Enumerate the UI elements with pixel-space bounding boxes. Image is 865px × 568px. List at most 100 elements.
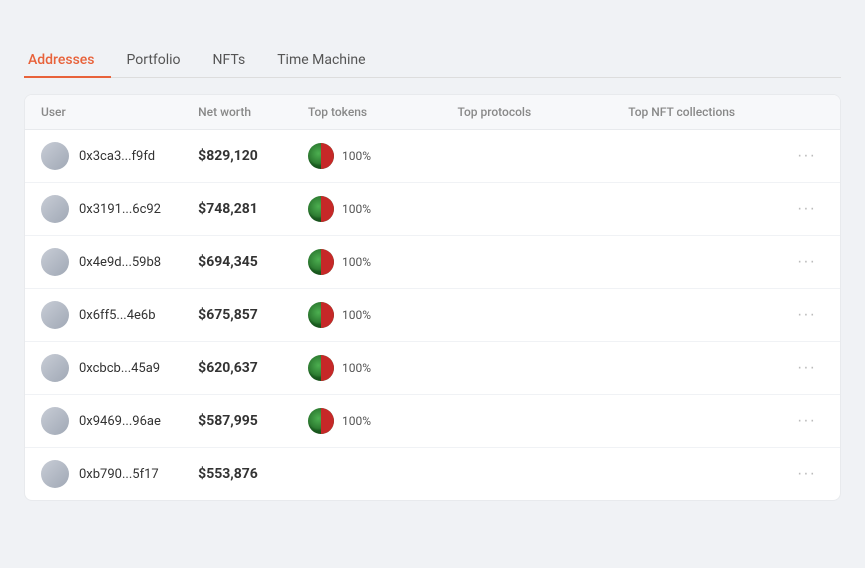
tab-time-machine[interactable]: Time Machine (261, 44, 381, 78)
actions-cell-3[interactable]: ··· (773, 289, 840, 342)
net-worth-cell-1: $748,281 (182, 183, 292, 236)
net-worth-cell-4: $620,637 (182, 342, 292, 395)
net-worth-cell-6: $553,876 (182, 448, 292, 501)
token-percentage: 100% (342, 255, 371, 269)
more-button[interactable]: ··· (789, 196, 824, 222)
top-protocols-cell-3 (442, 289, 613, 342)
col-header-protocols: Top protocols (442, 95, 613, 130)
header (24, 20, 841, 28)
avatar (41, 195, 69, 223)
more-button[interactable]: ··· (789, 143, 824, 169)
user-address: 0x6ff5...4e6b (79, 308, 156, 323)
avatar (41, 301, 69, 329)
tab-portfolio[interactable]: Portfolio (111, 44, 197, 78)
net-worth-cell-2: $694,345 (182, 236, 292, 289)
top-nft-cell-0 (612, 130, 773, 183)
user-cell-6[interactable]: 0xb790...5f17 (25, 448, 182, 501)
user-cell-0[interactable]: 0x3ca3...f9fd (25, 130, 182, 183)
tab-addresses[interactable]: Addresses (24, 44, 111, 78)
net-worth-value: $675,857 (198, 307, 258, 323)
net-worth-cell-0: $829,120 (182, 130, 292, 183)
more-button[interactable]: ··· (789, 249, 824, 275)
user-cell-3[interactable]: 0x6ff5...4e6b (25, 289, 182, 342)
top-protocols-cell-2 (442, 236, 613, 289)
top-nft-cell-3 (612, 289, 773, 342)
token-percentage: 100% (342, 149, 371, 163)
top-nft-cell-4 (612, 342, 773, 395)
top-tokens-cell-2: 100% (292, 236, 442, 289)
user-cell-1[interactable]: 0x3191...6c92 (25, 183, 182, 236)
table-row: 0x6ff5...4e6b $675,857 100% ··· (25, 289, 840, 342)
page-wrapper: Addresses Portfolio NFTs Time Machine Us… (0, 0, 865, 521)
col-header-nft: Top NFT collections (612, 95, 773, 130)
net-worth-value: $620,637 (198, 360, 258, 376)
token-icon (308, 355, 334, 381)
top-protocols-cell-0 (442, 130, 613, 183)
top-tokens-cell-5: 100% (292, 395, 442, 448)
table-header-row: User Net worth Top tokens Top protocols … (25, 95, 840, 130)
user-address: 0x3191...6c92 (79, 202, 161, 217)
user-cell-5[interactable]: 0x9469...96ae (25, 395, 182, 448)
table-row: 0x3191...6c92 $748,281 100% ··· (25, 183, 840, 236)
top-protocols-cell-1 (442, 183, 613, 236)
avatar (41, 142, 69, 170)
table-row: 0xcbcb...45a9 $620,637 100% ··· (25, 342, 840, 395)
actions-cell-5[interactable]: ··· (773, 395, 840, 448)
table-row: 0xb790...5f17 $553,876 ··· (25, 448, 840, 501)
actions-cell-0[interactable]: ··· (773, 130, 840, 183)
token-percentage: 100% (342, 414, 371, 428)
table-row: 0x9469...96ae $587,995 100% ··· (25, 395, 840, 448)
more-button[interactable]: ··· (789, 302, 824, 328)
table-row: 0x3ca3...f9fd $829,120 100% ··· (25, 130, 840, 183)
user-cell-4[interactable]: 0xcbcb...45a9 (25, 342, 182, 395)
avatar (41, 248, 69, 276)
more-button[interactable]: ··· (789, 461, 824, 487)
col-header-user: User (25, 95, 182, 130)
top-protocols-cell-4 (442, 342, 613, 395)
token-icon (308, 302, 334, 328)
top-protocols-cell-6 (442, 448, 613, 501)
top-tokens-cell-4: 100% (292, 342, 442, 395)
user-cell-2[interactable]: 0x4e9d...59b8 (25, 236, 182, 289)
token-percentage: 100% (342, 202, 371, 216)
net-worth-value: $829,120 (198, 148, 258, 164)
header-left (24, 20, 32, 28)
col-header-actions (773, 95, 840, 130)
token-icon (308, 143, 334, 169)
actions-cell-6[interactable]: ··· (773, 448, 840, 501)
net-worth-value: $587,995 (198, 413, 258, 429)
col-header-networth: Net worth (182, 95, 292, 130)
net-worth-value: $553,876 (198, 466, 258, 482)
top-nft-cell-1 (612, 183, 773, 236)
tab-nfts[interactable]: NFTs (197, 44, 262, 78)
addresses-table: User Net worth Top tokens Top protocols … (25, 95, 840, 500)
token-percentage: 100% (342, 308, 371, 322)
addresses-table-container: User Net worth Top tokens Top protocols … (24, 94, 841, 501)
top-nft-cell-2 (612, 236, 773, 289)
net-worth-cell-3: $675,857 (182, 289, 292, 342)
top-tokens-cell-0: 100% (292, 130, 442, 183)
token-icon (308, 249, 334, 275)
top-tokens-cell-6 (292, 448, 442, 501)
user-address: 0xb790...5f17 (79, 467, 159, 482)
token-icon (308, 408, 334, 434)
more-button[interactable]: ··· (789, 408, 824, 434)
table-row: 0x4e9d...59b8 $694,345 100% ··· (25, 236, 840, 289)
actions-cell-2[interactable]: ··· (773, 236, 840, 289)
top-nft-cell-5 (612, 395, 773, 448)
col-header-tokens: Top tokens (292, 95, 442, 130)
user-address: 0x9469...96ae (79, 414, 161, 429)
avatar (41, 354, 69, 382)
top-protocols-cell-5 (442, 395, 613, 448)
actions-cell-1[interactable]: ··· (773, 183, 840, 236)
top-nft-cell-6 (612, 448, 773, 501)
net-worth-value: $748,281 (198, 201, 258, 217)
user-address: 0x4e9d...59b8 (79, 255, 161, 270)
token-percentage: 100% (342, 361, 371, 375)
top-tokens-cell-3: 100% (292, 289, 442, 342)
avatar (41, 460, 69, 488)
user-address: 0x3ca3...f9fd (79, 149, 155, 164)
more-button[interactable]: ··· (789, 355, 824, 381)
net-worth-cell-5: $587,995 (182, 395, 292, 448)
actions-cell-4[interactable]: ··· (773, 342, 840, 395)
